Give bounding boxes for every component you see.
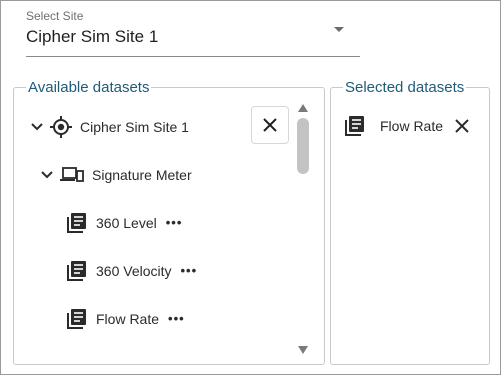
dropdown-arrow-icon[interactable] <box>334 27 344 32</box>
scroll-up-arrow-icon[interactable] <box>298 104 308 112</box>
chevron-down-icon[interactable] <box>40 168 54 182</box>
close-icon <box>455 119 469 133</box>
dataset-list-icon <box>67 261 86 281</box>
close-icon <box>263 118 277 132</box>
dataset-item-label: 360 Velocity <box>96 263 172 279</box>
select-site-label: Select Site <box>26 9 84 23</box>
vertical-scrollbar[interactable] <box>295 104 311 354</box>
dataset-item[interactable]: 360 Level ••• <box>66 211 182 235</box>
selected-datasets-legend: Selected datasets <box>345 79 465 96</box>
dataset-list-icon <box>345 116 364 136</box>
dataset-list-icon <box>67 213 86 233</box>
available-datasets-legend: Available datasets <box>28 79 150 96</box>
dataset-item[interactable]: Flow Rate ••• <box>66 307 185 331</box>
meter-node-label: Signature Meter <box>92 167 192 183</box>
dataset-item-label: 360 Level <box>96 215 157 231</box>
more-options-icon[interactable]: ••• <box>181 264 198 277</box>
select-site-dropdown[interactable]: Select Site Cipher Sim Site 1 <box>26 8 360 57</box>
dataset-list-icon <box>67 309 86 329</box>
more-options-icon[interactable]: ••• <box>166 216 183 229</box>
chevron-down-icon[interactable] <box>30 120 44 134</box>
select-site-value: Cipher Sim Site 1 <box>26 27 159 46</box>
selected-dataset-item: Flow Rate <box>344 115 469 137</box>
selected-dataset-label: Flow Rate <box>380 118 444 134</box>
close-button[interactable] <box>251 106 289 144</box>
tree-node-meter[interactable]: Signature Meter <box>40 163 192 187</box>
more-options-icon[interactable]: ••• <box>168 312 185 325</box>
meter-device-icon <box>60 167 84 182</box>
scroll-down-arrow-icon[interactable] <box>298 346 308 354</box>
dataset-item-label: Flow Rate <box>96 311 160 327</box>
tree-node-site[interactable]: Cipher Sim Site 1 <box>30 115 189 139</box>
site-node-label: Cipher Sim Site 1 <box>80 119 189 135</box>
scroll-thumb[interactable] <box>297 118 309 174</box>
remove-dataset-button[interactable] <box>455 119 469 133</box>
dataset-item[interactable]: 360 Velocity ••• <box>66 259 197 283</box>
site-target-icon <box>50 116 72 138</box>
